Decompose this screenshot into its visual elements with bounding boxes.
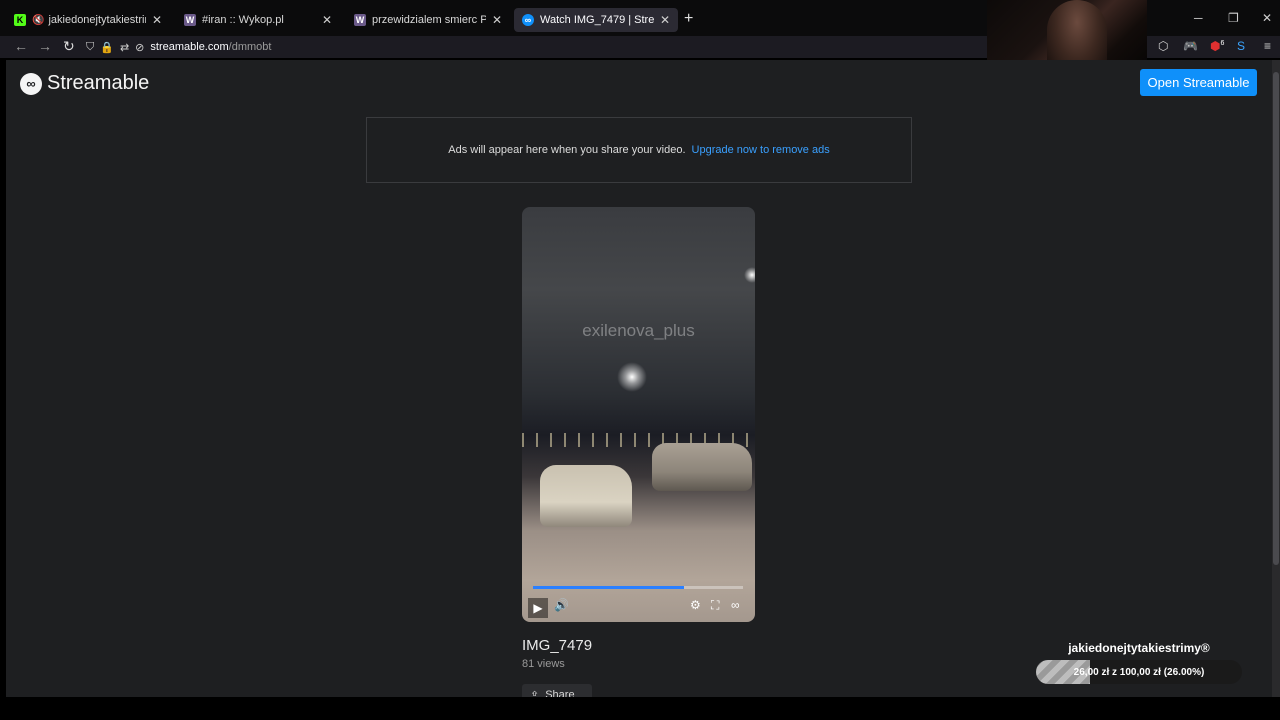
- donation-goal-label: 26,00 zł z 100,00 zł (26.00%): [1073, 666, 1205, 678]
- browser-tab-wykop-iran[interactable]: W #iran :: Wykop.pl ✕: [176, 8, 340, 32]
- new-tab-button[interactable]: +: [684, 10, 693, 28]
- ublock-icon[interactable]: ⬢6: [1210, 39, 1224, 53]
- video-progress-bar[interactable]: [533, 586, 743, 589]
- video-watermark: exilenova_plus: [582, 321, 695, 340]
- ad-placeholder: Ads will appear here when you share your…: [366, 117, 912, 183]
- car: [652, 443, 752, 491]
- close-tab-icon[interactable]: ✕: [660, 13, 670, 27]
- forward-icon[interactable]: →: [38, 38, 52, 54]
- streamable-logo-icon: ∞: [20, 72, 42, 95]
- menu-icon[interactable]: ≡: [1264, 39, 1271, 53]
- share-icon: ⇪: [530, 689, 540, 698]
- address-bar[interactable]: ⛉ 🔒 ⇄ ⊘ streamable.com /dmmobt: [86, 37, 986, 57]
- open-streamable-button[interactable]: Open Streamable: [1140, 69, 1257, 96]
- street-light: [744, 267, 755, 283]
- car: [540, 465, 632, 527]
- muted-speaker-icon[interactable]: 🔇: [32, 15, 44, 26]
- tab-title: Watch IMG_7479 | Streamable: [540, 14, 654, 26]
- kick-icon: K: [14, 14, 26, 26]
- tab-title: jakiedonejtytakiestrimyxD S: [48, 14, 145, 26]
- streamable-page: ∞ Streamable Open Streamable Ads will ap…: [6, 60, 1272, 697]
- video-progress-fill: [533, 586, 685, 589]
- minimize-icon[interactable]: ─: [1194, 11, 1203, 25]
- page-scrollbar[interactable]: [1272, 60, 1280, 697]
- upgrade-link[interactable]: Upgrade now to remove ads: [692, 144, 830, 156]
- video-title: IMG_7479: [522, 637, 593, 654]
- streamable-small-icon[interactable]: ∞: [731, 598, 740, 612]
- back-icon[interactable]: ←: [14, 38, 28, 54]
- settings-icon[interactable]: ⚙: [690, 598, 701, 612]
- share-label: Share: [545, 689, 575, 697]
- video-player[interactable]: exilenova_plus ▶ 🔊 ⚙ ⛶ ∞: [522, 207, 755, 622]
- close-tab-icon[interactable]: ✕: [322, 13, 332, 27]
- share-button[interactable]: ⇪ Share: [522, 684, 592, 697]
- close-tab-icon[interactable]: ✕: [492, 13, 502, 27]
- streamable-logo[interactable]: ∞ Streamable: [20, 72, 149, 95]
- gamepad-icon[interactable]: 🎮: [1183, 39, 1198, 53]
- play-icon: ▶: [533, 601, 543, 615]
- scrollbar-thumb[interactable]: [1273, 72, 1279, 565]
- wykop-icon: W: [184, 14, 196, 26]
- wykop-icon: W: [354, 14, 366, 26]
- streamable-icon: ∞: [522, 14, 534, 26]
- lock-icon[interactable]: 🔒: [100, 41, 114, 54]
- extension-badge: 6: [1220, 40, 1225, 47]
- autoplay-blocked-icon[interactable]: ⊘: [135, 41, 144, 54]
- fullscreen-icon[interactable]: ⛶: [711, 598, 719, 613]
- ad-text: Ads will appear here when you share your…: [448, 144, 686, 156]
- close-tab-icon[interactable]: ✕: [152, 13, 162, 27]
- url-path: /dmmobt: [228, 41, 272, 53]
- volume-icon[interactable]: 🔊: [554, 598, 569, 612]
- url-host: streamable.com: [150, 41, 229, 53]
- street-light: [617, 362, 647, 392]
- s-extension-icon[interactable]: S: [1237, 39, 1245, 53]
- browser-tab-streamable[interactable]: ∞ Watch IMG_7479 | Streamable ✕: [514, 8, 678, 32]
- tab-title: przewidzialem smierc Prigozyna: [372, 14, 486, 26]
- tab-title: #iran :: Wykop.pl: [202, 14, 284, 26]
- permissions-icon[interactable]: ⇄: [120, 41, 129, 54]
- donation-goal-bar: 26,00 zł z 100,00 zł (26.00%): [1036, 660, 1242, 684]
- browser-tab-kick[interactable]: K 🔇 jakiedonejtytakiestrimyxD S ✕: [6, 8, 170, 32]
- restore-icon[interactable]: ❐: [1228, 11, 1239, 25]
- donation-goal-title: jakiedonejtytakiestrimy®: [1068, 641, 1210, 655]
- video-views: 81 views: [522, 658, 565, 670]
- extensions-icon[interactable]: ⬡: [1158, 39, 1168, 53]
- reload-icon[interactable]: ↻: [63, 38, 75, 55]
- play-button[interactable]: ▶: [528, 598, 548, 618]
- browser-tab-wykop-prigozyn[interactable]: W przewidzialem smierc Prigozyna ✕: [346, 8, 510, 32]
- close-window-icon[interactable]: ✕: [1262, 11, 1272, 25]
- shield-icon[interactable]: ⛉: [86, 41, 94, 54]
- logo-text: Streamable: [47, 72, 150, 94]
- bottom-strip: [0, 697, 1280, 720]
